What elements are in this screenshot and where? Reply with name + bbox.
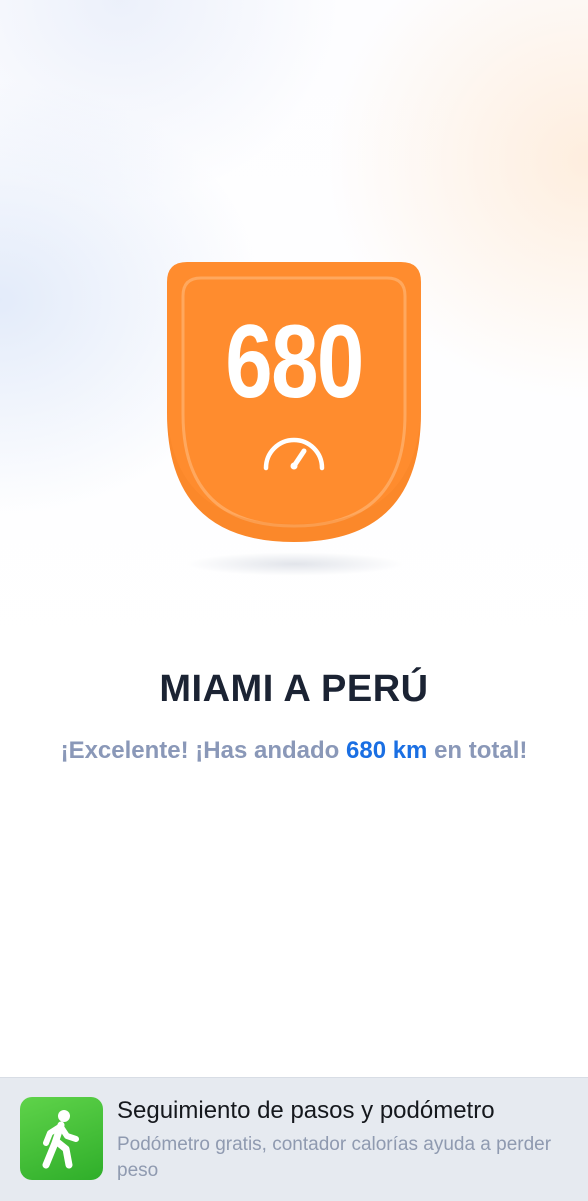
message-suffix: en total! [427, 737, 528, 764]
badge-value: 680 [225, 304, 364, 420]
message-prefix: ¡Excelente! ¡Has andado [60, 737, 346, 764]
walking-person-icon[interactable] [20, 1097, 103, 1180]
speedometer-icon [263, 437, 325, 471]
background [0, 0, 588, 1200]
badge-shadow [185, 552, 405, 576]
ad-description: Podómetro gratis, contador calorías ayud… [117, 1134, 552, 1181]
ad-banner[interactable]: Seguimiento de pasos y podómetro Podómet… [0, 1077, 588, 1201]
page-title: MIAMI A PERÚ [159, 668, 429, 710]
ad-title[interactable]: Seguimiento de pasos y podómetro [117, 1096, 577, 1126]
achievement-message: ¡Excelente! ¡Has andado 680 km en total! [40, 734, 548, 767]
achievement-badge: 680 [167, 262, 421, 542]
distance-highlight: 680 km [346, 737, 428, 764]
